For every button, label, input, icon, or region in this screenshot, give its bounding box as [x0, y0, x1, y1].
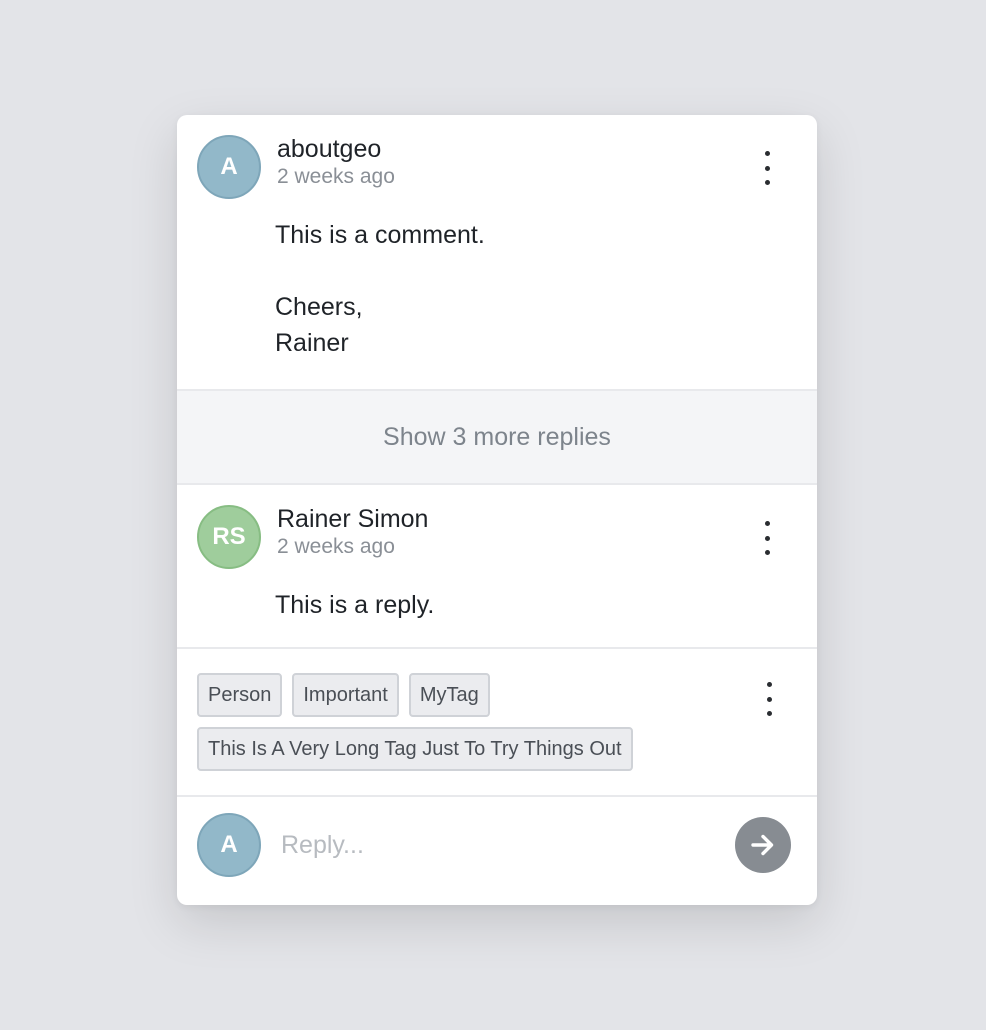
dot	[766, 696, 772, 702]
tags-section: Person Important MyTag This Is A Very Lo…	[177, 647, 817, 797]
tag[interactable]: Important	[292, 673, 399, 717]
comment-body: This is a comment. Cheers, Rainer	[275, 221, 485, 357]
send-button[interactable]	[735, 817, 791, 873]
avatar: A	[197, 135, 261, 199]
dot	[766, 682, 772, 687]
reply-meta: Rainer Simon 2 weeks ago	[277, 504, 428, 560]
reply: RS Rainer Simon 2 weeks ago This is a re…	[177, 485, 817, 647]
avatar: A	[197, 813, 261, 877]
tag[interactable]: Person	[197, 673, 283, 717]
avatar: RS	[197, 505, 261, 569]
reply-composer: A	[177, 797, 817, 893]
tag[interactable]: This Is A Very Long Tag Just To Try Thin…	[197, 727, 633, 771]
tags-menu-icon[interactable]	[757, 682, 781, 716]
reply-input[interactable]	[279, 829, 735, 861]
comment-author: aboutgeo	[277, 135, 382, 163]
show-more-replies-button[interactable]: Show 3 more replies	[177, 389, 817, 485]
reply-body: This is a reply.	[275, 591, 435, 619]
dot	[764, 550, 770, 555]
comment-timestamp: 2 weeks ago	[277, 165, 395, 188]
dot	[764, 521, 770, 526]
dot	[764, 180, 770, 185]
comment-menu-icon[interactable]	[755, 151, 779, 185]
comment: A aboutgeo 2 weeks ago This is a comment…	[177, 115, 817, 389]
dot	[764, 165, 770, 171]
reply-menu-icon[interactable]	[755, 521, 779, 555]
reply-header: RS Rainer Simon 2 weeks ago	[197, 505, 797, 569]
dot	[766, 711, 772, 716]
annotation-popup: A aboutgeo 2 weeks ago This is a comment…	[177, 115, 817, 905]
comment-header: A aboutgeo 2 weeks ago	[197, 135, 797, 199]
reply-author: Rainer Simon	[277, 505, 429, 533]
reply-timestamp: 2 weeks ago	[277, 535, 395, 558]
tag[interactable]: MyTag	[408, 673, 490, 717]
dot	[764, 151, 770, 156]
tag-list: Person Important MyTag This Is A Very Lo…	[197, 673, 717, 771]
dot	[764, 535, 770, 541]
arrow-right-icon	[751, 834, 774, 856]
comment-meta: aboutgeo 2 weeks ago	[277, 134, 395, 190]
